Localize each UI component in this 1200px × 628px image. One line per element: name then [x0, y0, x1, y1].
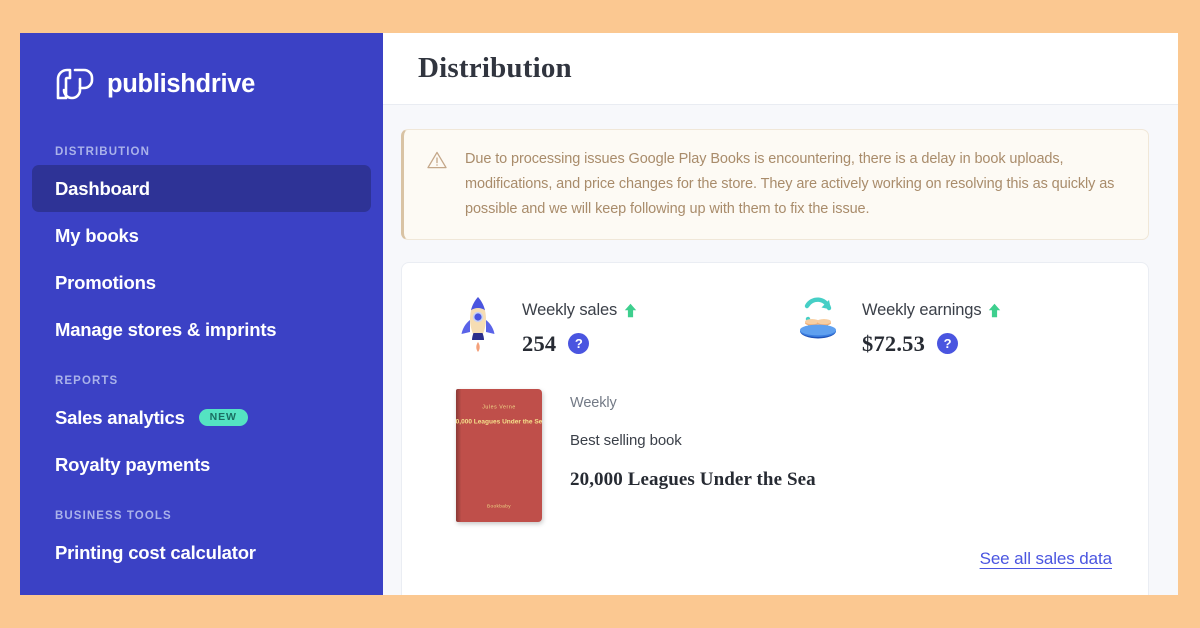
sidebar-item-label: My books [55, 224, 139, 246]
see-all-sales-data-link[interactable]: See all sales data [980, 549, 1113, 568]
stats-row: Weekly sales 254 ? Weekly earnings $72.5… [438, 293, 1112, 357]
sidebar-item-label: Dashboard [55, 177, 150, 199]
sidebar-item-label: Sales analytics [55, 406, 185, 428]
page-title: Distribution [418, 52, 572, 84]
bestseller-info: Weekly Best selling book 20,000 Leagues … [570, 389, 816, 522]
top-bar: Distribution [383, 33, 1178, 105]
stat-label: Weekly sales [522, 300, 618, 319]
stat-label: Weekly earnings [862, 300, 982, 319]
nav-group-label-business-tools: BUSINESS TOOLS [55, 510, 172, 522]
bestseller-caption: Best selling book [570, 431, 682, 449]
sales-summary-card: Weekly sales 254 ? Weekly earnings $72.5… [401, 261, 1149, 595]
alert-banner: Due to processing issues Google Play Boo… [401, 129, 1149, 240]
trend-up-arrow-icon [988, 303, 1001, 318]
sidebar-item-dashboard[interactable]: Dashboard [32, 165, 371, 212]
stat-body: Weekly earnings $72.53 ? [862, 293, 1001, 357]
stat-value: $72.53 [862, 330, 926, 356]
sidebar-item-promotions[interactable]: Promotions [32, 259, 371, 306]
stat-label-row: Weekly sales [522, 301, 637, 320]
brand-name: publishdrive [107, 69, 256, 98]
stat-weekly-earnings: Weekly earnings $72.53 ? [796, 293, 1001, 357]
sidebar-item-my-books[interactable]: My books [32, 212, 371, 259]
stat-value-row: $72.53 ? [862, 331, 1001, 357]
help-icon[interactable]: ? [937, 333, 959, 355]
alert-message: Due to processing issues Google Play Boo… [465, 151, 1115, 217]
coins-refresh-icon [796, 293, 840, 355]
trend-up-arrow-icon [624, 303, 637, 318]
sidebar-item-printing-cost-calculator[interactable]: Printing cost calculator [32, 529, 371, 576]
bestseller-period: Weekly [570, 394, 617, 411]
bestseller-title: 20,000 Leagues Under the Sea [570, 468, 816, 490]
stat-value-row: 254 ? [522, 331, 637, 357]
warning-triangle-icon [426, 149, 448, 176]
sidebar-item-sales-analytics[interactable]: Sales analytics NEW [32, 394, 371, 441]
see-all-sales-data-wrap: See all sales data [980, 549, 1113, 569]
book-cover-author: Jules Verne [482, 403, 516, 410]
sidebar-item-royalty-payments[interactable]: Royalty payments [32, 441, 371, 488]
book-cover[interactable]: Jules Verne 20,000 Leagues Under the Sea… [456, 388, 542, 522]
stat-value: 254 [522, 330, 557, 356]
sidebar-item-label: Promotions [55, 271, 156, 293]
sidebar-item-manage-stores-imprints[interactable]: Manage stores & imprints [32, 306, 371, 353]
help-icon[interactable]: ? [568, 333, 590, 355]
brand[interactable]: publishdrive [20, 33, 383, 111]
sidebar-item-label: Manage stores & imprints [55, 318, 277, 340]
stat-label-row: Weekly earnings [862, 301, 1001, 320]
sidebar-item-label: Printing cost calculator [55, 541, 256, 563]
nav-group-label-distribution: DISTRIBUTION [55, 146, 150, 158]
content-area: Due to processing issues Google Play Boo… [383, 105, 1178, 595]
status-badge-new: NEW [198, 408, 248, 427]
app-window: publishdrive DISTRIBUTION Dashboard My b… [20, 33, 1178, 595]
book-cover-title: 20,000 Leagues Under the Sea [456, 417, 542, 425]
publishdrive-logo-icon [55, 67, 95, 101]
nav-group-label-reports: REPORTS [55, 375, 119, 387]
sidebar-item-label: Royalty payments [55, 453, 211, 475]
rocket-icon [456, 293, 500, 355]
book-cover-publisher: Bookbaby [487, 503, 511, 509]
bestseller-row: Jules Verne 20,000 Leagues Under the Sea… [438, 388, 1112, 522]
main-panel: Distribution Due to processing issues Go… [383, 33, 1178, 595]
stat-weekly-sales: Weekly sales 254 ? [456, 293, 796, 357]
stat-body: Weekly sales 254 ? [522, 293, 637, 357]
sidebar: publishdrive DISTRIBUTION Dashboard My b… [20, 33, 383, 595]
